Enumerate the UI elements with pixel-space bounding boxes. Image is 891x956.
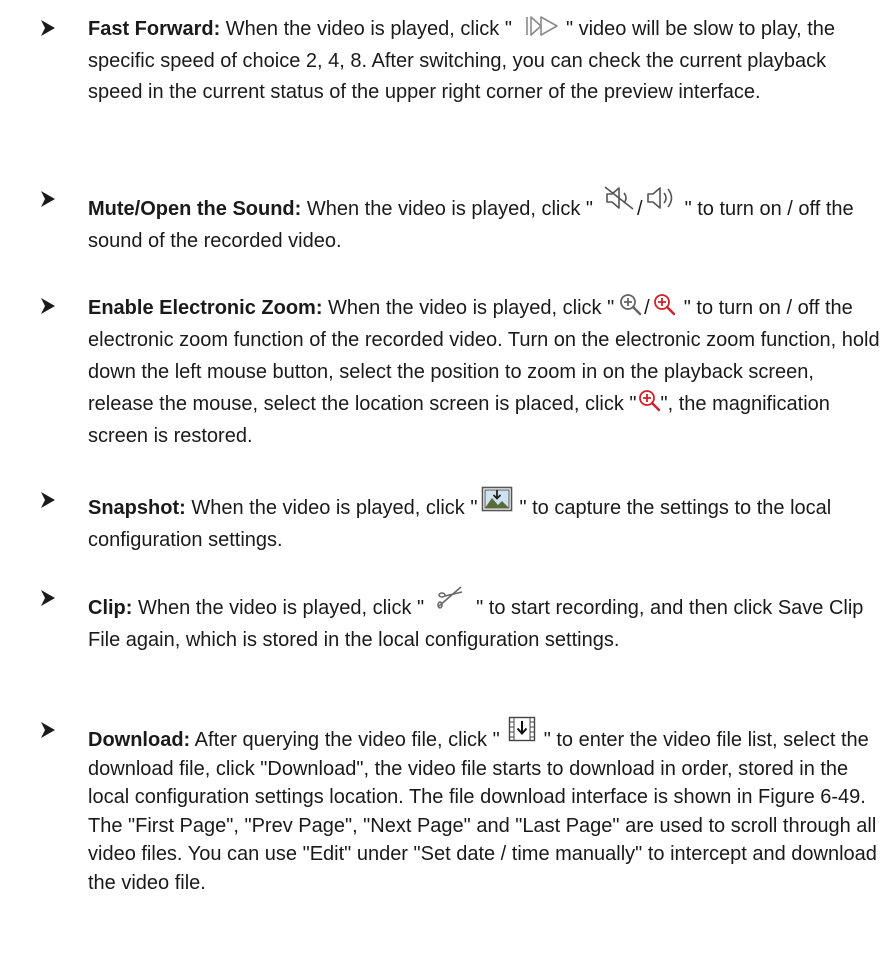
item-term: Snapshot: bbox=[88, 497, 186, 519]
arrow-bullet-icon bbox=[41, 298, 55, 314]
scissors-icon bbox=[436, 584, 464, 610]
item-term: Download: bbox=[88, 729, 191, 751]
item-paragraph: Enable Electronic Zoom: When the video i… bbox=[88, 292, 880, 452]
item-text: When the video is played, click " bbox=[132, 597, 425, 619]
sound-on-icon bbox=[645, 185, 675, 211]
zoom-in-active-icon bbox=[637, 388, 661, 412]
item-paragraph: Download: After querying the video file,… bbox=[88, 716, 880, 897]
item-paragraph: Snapshot: When the video is played, clic… bbox=[88, 486, 880, 556]
mute-icon bbox=[603, 185, 635, 211]
item-text: After querying the video file, click " bbox=[190, 729, 500, 751]
item-term: Mute/Open the Sound: bbox=[88, 198, 302, 220]
download-icon bbox=[508, 716, 536, 742]
item-text: When the video is played, click " bbox=[220, 18, 512, 40]
snapshot-icon bbox=[481, 486, 513, 512]
item-paragraph: Mute/Open the Sound: When the video is p… bbox=[88, 185, 880, 257]
zoom-in-icon bbox=[618, 292, 642, 316]
item-term: Enable Electronic Zoom: bbox=[88, 297, 323, 319]
arrow-bullet-icon bbox=[41, 191, 55, 207]
arrow-bullet-icon bbox=[41, 492, 55, 508]
arrow-bullet-icon bbox=[41, 20, 55, 36]
zoom-in-active-icon bbox=[652, 292, 676, 316]
item-text: When the video is played, click " bbox=[301, 198, 593, 220]
arrow-bullet-icon bbox=[41, 722, 55, 738]
item-text: When the video is played, click " bbox=[322, 297, 615, 319]
icon-separator: / bbox=[637, 198, 643, 220]
arrow-bullet-icon bbox=[41, 590, 55, 606]
item-text: " to enter the video file list, select t… bbox=[88, 729, 877, 894]
fast-forward-icon bbox=[524, 15, 560, 37]
icon-separator: / bbox=[644, 297, 650, 319]
item-paragraph: Fast Forward: When the video is played, … bbox=[88, 14, 880, 109]
item-paragraph: Clip: When the video is played, click " "… bbox=[88, 584, 880, 656]
item-term: Clip: bbox=[88, 597, 133, 619]
item-term: Fast Forward: bbox=[88, 18, 221, 40]
document-page: Fast Forward: When the video is played, … bbox=[0, 0, 891, 956]
item-text: When the video is played, click " bbox=[185, 497, 478, 519]
